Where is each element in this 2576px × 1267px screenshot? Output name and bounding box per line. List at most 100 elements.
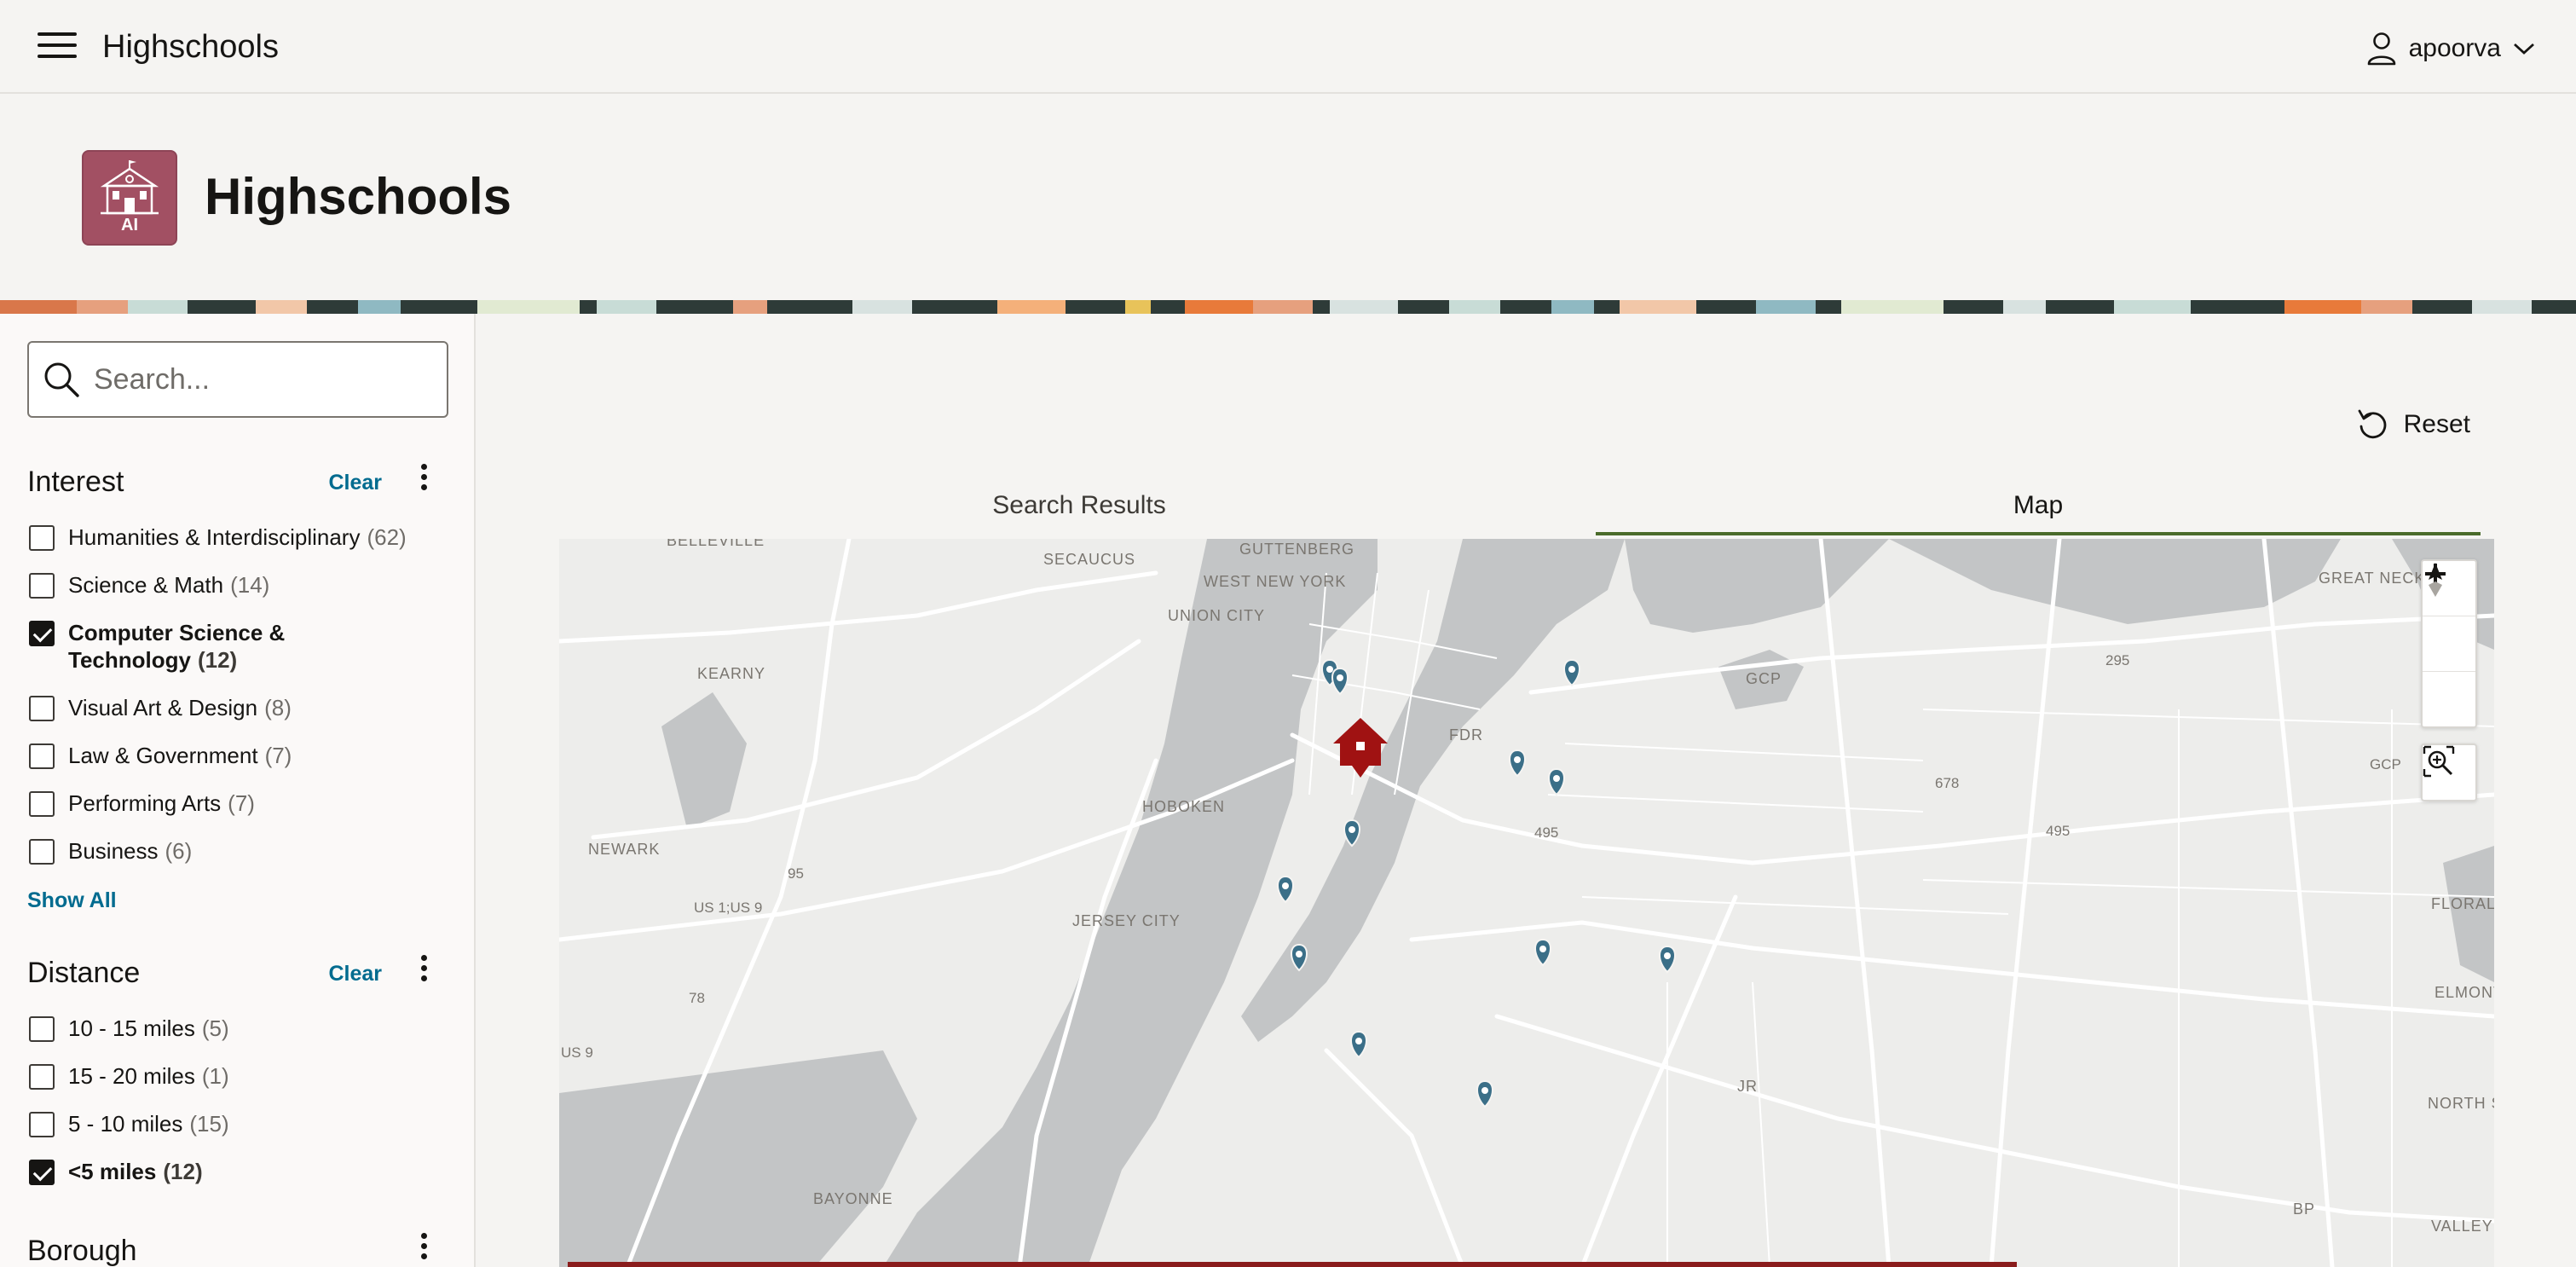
map-label: WEST NEW YORK	[1204, 573, 1346, 590]
map-label: FLORAL	[2431, 895, 2494, 912]
map-label: GREAT NECK	[2319, 570, 2425, 587]
map-label: BP	[2293, 1200, 2315, 1218]
checkbox-label: Science & Math	[68, 572, 224, 598]
road-label: 495	[1534, 824, 1558, 841]
road-label: US 1;US 9	[694, 900, 762, 916]
map-label: BELLEVILLE	[667, 539, 765, 549]
kebab-menu-icon[interactable]	[418, 464, 430, 498]
road-label: 95	[788, 865, 804, 882]
checkbox-label: 15 - 20 miles	[68, 1063, 195, 1089]
app-icon-label: AI	[121, 216, 138, 234]
main-content: Reset Search Results Map BELLEVILLE SECA…	[476, 314, 2576, 1267]
school-building-icon: AI	[82, 150, 177, 246]
distance-facet-header: Distance Clear	[27, 952, 448, 994]
kebab-menu-icon[interactable]	[418, 955, 430, 989]
map-label: HOBOKEN	[1142, 798, 1225, 815]
page-header: AI Highschools	[0, 94, 2576, 300]
interest-facet-header: Interest Clear	[27, 460, 448, 503]
tab-bar: Search Results Map	[559, 484, 2481, 535]
checkbox-checked[interactable]	[29, 621, 55, 646]
search-input[interactable]	[92, 362, 436, 397]
road-label: 495	[2046, 823, 2070, 839]
checkbox[interactable]	[29, 839, 55, 865]
map-label: BAYONNE	[813, 1190, 893, 1207]
count-label: (12)	[163, 1159, 203, 1184]
facet-title: Distance	[27, 957, 141, 989]
compass-north-icon[interactable]	[2423, 563, 2475, 726]
checkbox[interactable]	[29, 1016, 55, 1042]
search-icon	[44, 362, 79, 397]
checkbox-label: Business	[68, 838, 159, 864]
checkbox[interactable]	[29, 573, 55, 599]
map-label: JERSEY CITY	[1072, 912, 1181, 929]
filter-panel: Interest Clear Humanities & Interdiscipl…	[0, 314, 476, 1267]
zoom-out-icon[interactable]	[2423, 572, 2475, 671]
facet-title: Interest	[27, 466, 124, 498]
map-label: UNION CITY	[1168, 607, 1265, 624]
distance-clear-link[interactable]: Clear	[328, 962, 382, 986]
count-label: (1)	[201, 1063, 229, 1089]
tab-map[interactable]: Map	[1596, 484, 2481, 535]
count-label: (8)	[264, 695, 292, 720]
reset-icon	[2358, 409, 2386, 439]
count-label: (12)	[197, 647, 238, 673]
road-label: 295	[2105, 652, 2129, 668]
checkbox[interactable]	[29, 743, 55, 769]
checkbox-checked[interactable]	[29, 1160, 55, 1185]
kebab-menu-icon[interactable]	[418, 1233, 430, 1267]
count-label: (15)	[189, 1111, 229, 1137]
reset-button[interactable]: Reset	[2356, 406, 2470, 443]
road-label: US 9	[561, 1044, 593, 1061]
map-zoom-controls	[2421, 559, 2477, 728]
user-icon	[2367, 32, 2395, 66]
checkbox-label: 10 - 15 miles	[68, 1015, 195, 1041]
checkbox-label: 5 - 10 miles	[68, 1111, 183, 1137]
map-canvas[interactable]: BELLEVILLE SECAUCUS GUTTENBERG WEST NEW …	[559, 539, 2494, 1267]
map-label: KEARNY	[697, 665, 765, 682]
checkbox-label: Humanities & Interdisciplinary	[68, 524, 361, 550]
search-field[interactable]	[27, 341, 448, 418]
map-label: NEWARK	[588, 841, 660, 858]
count-label: (5)	[201, 1015, 229, 1041]
map-label: NORTH STREAM	[2428, 1095, 2494, 1112]
checkbox-label: Law & Government	[68, 743, 258, 768]
checkbox-label: Visual Art & Design	[68, 695, 258, 720]
checkbox-label: <5 miles	[68, 1159, 157, 1184]
show-all-link[interactable]: Show All	[27, 888, 117, 913]
tab-search-results[interactable]: Search Results	[559, 484, 1599, 535]
map-zoom-area-control	[2421, 743, 2477, 801]
checkbox-label: Computer Science &	[68, 620, 286, 645]
chevron-down-icon	[2514, 43, 2534, 55]
road-label: 678	[1935, 775, 1959, 791]
interest-clear-link[interactable]: Clear	[328, 471, 382, 495]
count-label: (14)	[230, 572, 270, 598]
count-label: (6)	[165, 838, 193, 864]
map-label: JR	[1737, 1078, 1758, 1095]
map-label: FDR	[1449, 726, 1483, 743]
map-label: VALLEY S	[2431, 1218, 2494, 1235]
app-title: Highschools	[102, 29, 279, 65]
facet-title: Borough	[27, 1235, 137, 1267]
checkbox[interactable]	[29, 1064, 55, 1090]
checkbox[interactable]	[29, 791, 55, 817]
count-label: (7)	[228, 790, 255, 816]
checkbox-label: Performing Arts	[68, 790, 222, 816]
page-title: Highschools	[205, 168, 512, 225]
checkbox[interactable]	[29, 696, 55, 721]
map-label: SECAUCUS	[1043, 551, 1135, 568]
zoom-to-area-icon[interactable]	[2423, 745, 2475, 800]
hamburger-icon[interactable]	[38, 32, 77, 61]
road-label: 78	[689, 990, 705, 1006]
road-label: GCP	[2370, 756, 2401, 772]
map-view[interactable]: BELLEVILLE SECAUCUS GUTTENBERG WEST NEW …	[559, 539, 2494, 1267]
map-accent-bar	[568, 1262, 2017, 1267]
app-header: Highschools apoorva	[0, 0, 2576, 94]
count-label: (62)	[367, 524, 407, 550]
username: apoorva	[2408, 34, 2501, 62]
checkbox[interactable]	[29, 525, 55, 551]
count-label: (7)	[264, 743, 292, 768]
borough-facet-header: Borough	[27, 1229, 448, 1267]
checkbox[interactable]	[29, 1112, 55, 1137]
checkbox-label-line2: Technology	[68, 647, 191, 673]
user-menu-button[interactable]: apoorva	[2366, 27, 2535, 70]
